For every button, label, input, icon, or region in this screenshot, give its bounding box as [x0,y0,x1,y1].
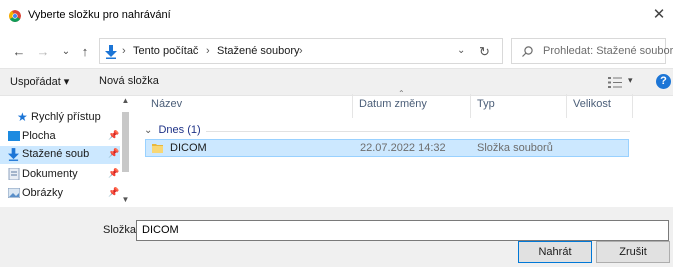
column-header-date[interactable]: Datum změny [359,98,427,110]
breadcrumb-this-pc[interactable]: Tento počítač [133,45,198,57]
folder-name-field[interactable]: DICOM [136,220,669,241]
column-divider[interactable] [566,94,567,118]
chrome-icon [9,10,21,22]
refresh-button[interactable]: ↻ [479,44,490,60]
file-date: 22.07.2022 14:32 [360,142,446,154]
documents-icon [8,167,20,183]
address-bar[interactable]: › Tento počítač › Stažené soubory › ⌄ [99,38,503,64]
back-button[interactable]: ← [11,44,27,60]
download-arrow-icon [105,45,117,59]
breadcrumb-separator: › [206,45,210,57]
view-dropdown-button[interactable]: ▾ [628,75,633,86]
pin-icon[interactable]: 📌 [108,148,119,159]
column-divider[interactable] [352,94,353,118]
navigation-scrollbar[interactable]: ▲ ▼ [120,96,131,207]
sidebar-item-label: Stažené soub [22,148,90,160]
pictures-icon [7,187,21,201]
sidebar-item-quick-access[interactable]: ★ Rychlý přístup [0,109,120,127]
view-options-icon[interactable] [608,77,622,88]
help-icon[interactable]: ? [656,74,671,89]
forward-button[interactable]: → [35,44,51,60]
scrollbar-thumb[interactable] [122,112,129,172]
pin-icon[interactable]: 📌 [108,130,119,141]
column-header-type[interactable]: Typ [477,98,495,110]
group-header[interactable]: ⌄ Dnes (1) [144,124,201,136]
close-button[interactable]: ✕ [650,6,668,24]
download-arrow-icon [8,148,19,164]
search-input[interactable]: Prohledat: Stažené soubory [543,45,673,57]
desktop-icon [8,131,20,144]
sort-indicator-icon: ⌃ [398,89,405,98]
sidebar-item-documents[interactable]: Dokumenty 📌 [0,166,120,184]
window-title: Vyberte složku pro nahrávání [28,9,171,21]
sidebar-item-label: Rychlý přístup [31,111,101,123]
group-label: Dnes (1) [158,124,201,136]
scroll-down-icon[interactable]: ▼ [120,195,131,204]
search-box[interactable]: Prohledat: Stažené soubory [511,38,673,64]
table-row[interactable]: DICOM 22.07.2022 14:32 Složka souborů [145,139,629,157]
address-dropdown-button[interactable]: ⌄ [457,45,465,56]
sidebar-item-label: Dokumenty [22,168,78,180]
breadcrumb-separator: › [122,45,126,57]
sidebar-item-label: Obrázky [22,187,63,199]
folder-label: Složka: [103,224,140,236]
column-divider[interactable] [632,94,633,118]
pin-icon[interactable]: 📌 [108,168,119,179]
navigation-pane: ★ Rychlý přístup Plocha 📌 Stažené soub 📌… [0,96,131,207]
breadcrumb-separator: › [299,45,303,57]
sidebar-item-downloads[interactable]: Stažené soub 📌 [0,146,120,164]
sidebar-item-label: Plocha [22,130,56,142]
recent-locations-button[interactable]: ⌄ [58,44,74,60]
star-icon: ★ [17,110,28,124]
toolbar: Uspořádat ▾ Nová složka ▾ ? [0,68,673,96]
search-icon [522,46,533,57]
group-divider [206,131,630,132]
file-type: Složka souborů [477,142,553,154]
upload-button[interactable]: Nahrát [518,241,592,263]
sidebar-item-desktop[interactable]: Plocha 📌 [0,128,120,146]
pin-icon[interactable]: 📌 [108,187,119,198]
scroll-up-icon[interactable]: ▲ [120,96,131,105]
column-header-size[interactable]: Velikost [573,98,611,110]
title-bar: Vyberte složku pro nahrávání ✕ [0,0,673,30]
column-header-name[interactable]: Název [151,98,182,110]
breadcrumb-downloads[interactable]: Stažené soubory [217,45,300,57]
organize-button[interactable]: Uspořádat ▾ [10,75,69,88]
column-divider[interactable] [470,94,471,118]
new-folder-button[interactable]: Nová složka [99,75,159,87]
sidebar-item-pictures[interactable]: Obrázky 📌 [0,185,120,203]
file-name: DICOM [170,142,207,154]
up-button[interactable]: ↑ [77,44,93,60]
folder-icon [152,142,164,157]
cancel-button[interactable]: Zrušit [596,241,670,263]
chevron-down-icon: ⌄ [144,125,153,136]
